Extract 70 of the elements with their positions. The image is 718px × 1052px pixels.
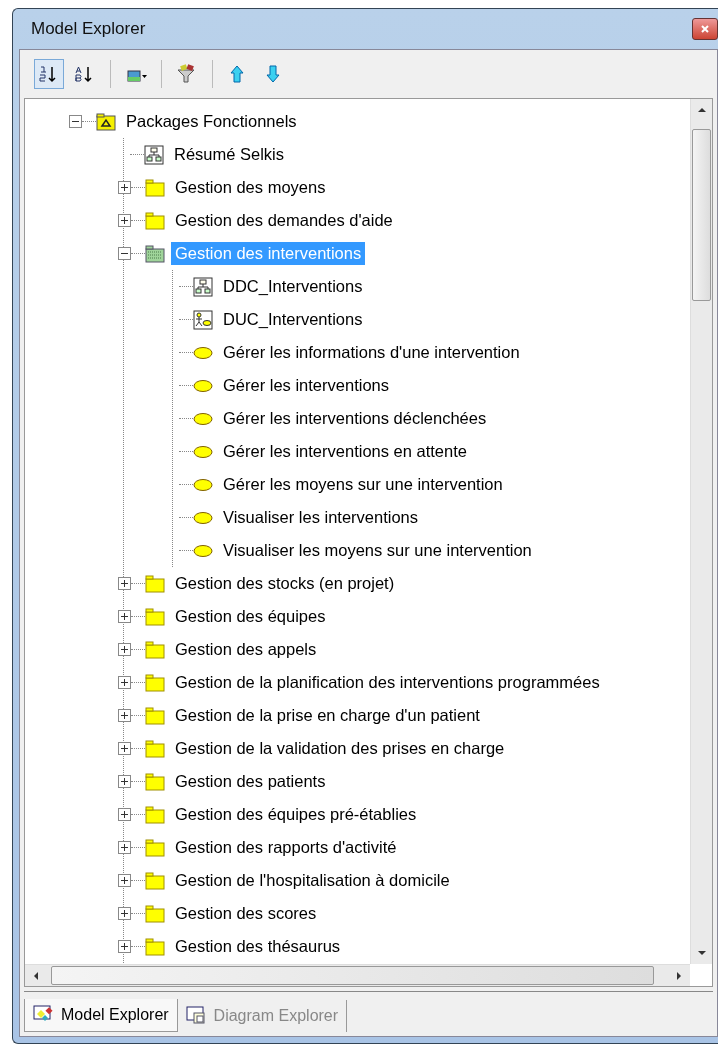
sort-order-button[interactable] (34, 59, 64, 89)
folder-icon (145, 177, 165, 198)
expander-icon[interactable] (118, 940, 131, 953)
expander-icon[interactable] (118, 577, 131, 590)
tree-item[interactable]: Gérer les moyens sur une intervention (219, 473, 507, 496)
folder-icon (145, 210, 165, 231)
expander-icon[interactable] (118, 742, 131, 755)
tree-item[interactable]: Gestion des thésaurus (171, 935, 345, 958)
tree-item[interactable]: Visualiser les interventions (219, 506, 423, 529)
folder-icon (145, 936, 165, 957)
tree-item[interactable]: DDC_Interventions (219, 275, 367, 298)
tree-item[interactable]: Gestion de la validation des prises en charge (171, 737, 509, 760)
expander-icon[interactable] (118, 841, 131, 854)
folder-icon (145, 870, 165, 891)
expander-icon[interactable] (118, 676, 131, 689)
horizontal-scrollbar[interactable] (25, 964, 690, 986)
window-title: Model Explorer (30, 19, 147, 39)
tree-item[interactable]: DUC_Interventions (219, 308, 367, 331)
close-icon (700, 24, 710, 34)
tree-item[interactable]: Gestion de l'hospitalisation à domicile (171, 869, 454, 892)
usecase-diagram-icon (193, 309, 213, 330)
folder-icon (145, 903, 165, 924)
tree-item[interactable]: Gérer les interventions (219, 374, 393, 397)
tree-item[interactable]: Gérer les interventions déclenchées (219, 407, 491, 430)
window-stack-icon (185, 1006, 208, 1026)
expander-icon[interactable] (118, 808, 131, 821)
expander-icon[interactable] (118, 214, 131, 227)
expander-icon[interactable] (118, 610, 131, 623)
tree-item[interactable]: Gestion des équipes pré-établies (171, 803, 421, 826)
diagram-icon (144, 144, 164, 165)
tree-item[interactable]: Visualiser les moyens sur une intervention (219, 539, 536, 562)
folder-icon (145, 606, 165, 627)
expander-icon[interactable] (118, 643, 131, 656)
tree-item[interactable]: Gestion des équipes (171, 605, 330, 628)
folder-icon (145, 804, 165, 825)
tree-item[interactable]: Gestion des appels (171, 638, 321, 661)
expander-icon[interactable] (118, 709, 131, 722)
diagram-icon (193, 276, 213, 297)
folder-icon (145, 771, 165, 792)
tree-item[interactable]: Gestion des rapports d'activité (171, 836, 401, 859)
tree-item[interactable]: Gestion des scores (171, 902, 321, 925)
tree-item[interactable]: Packages Fonctionnels (122, 110, 301, 133)
folder-icon (145, 639, 165, 660)
tree-item[interactable]: Gestion des demandes d'aide (171, 209, 397, 232)
scroll-thumb[interactable] (692, 129, 711, 301)
expander-icon[interactable] (118, 247, 131, 260)
folder-icon (145, 672, 165, 693)
expander-icon[interactable] (118, 874, 131, 887)
tree-item[interactable]: Gérer les interventions en attente (219, 440, 471, 463)
tree-item[interactable]: Gestion des moyens (171, 176, 330, 199)
close-button[interactable] (692, 18, 718, 40)
package-icon (96, 111, 116, 132)
tree-item[interactable]: Gestion des stocks (en projet) (171, 572, 399, 595)
tree-item[interactable]: Résumé Selkis (170, 143, 289, 166)
folder-shaded-icon (145, 243, 165, 264)
folder-icon (145, 573, 165, 594)
folder-icon (145, 705, 165, 726)
expander-icon[interactable] (118, 775, 131, 788)
expander-icon[interactable] (118, 907, 131, 920)
expander-icon[interactable] (69, 115, 82, 128)
tree-item[interactable]: Gestion de la planification des interventions programmées (171, 671, 604, 694)
tree-item[interactable]: Gérer les informations d'une intervention (219, 341, 524, 364)
folder-icon (145, 738, 165, 759)
folder-icon (145, 837, 165, 858)
tree-item[interactable]: Gestion de la prise en charge d'un patient (171, 704, 484, 727)
vertical-scrollbar[interactable] (690, 99, 712, 964)
tree-item[interactable]: Gestion des patients (171, 770, 330, 793)
explorer-tab[interactable]: Model Explorer (24, 999, 178, 1032)
expander-icon[interactable] (118, 181, 131, 194)
scroll-thumb[interactable] (51, 966, 654, 985)
